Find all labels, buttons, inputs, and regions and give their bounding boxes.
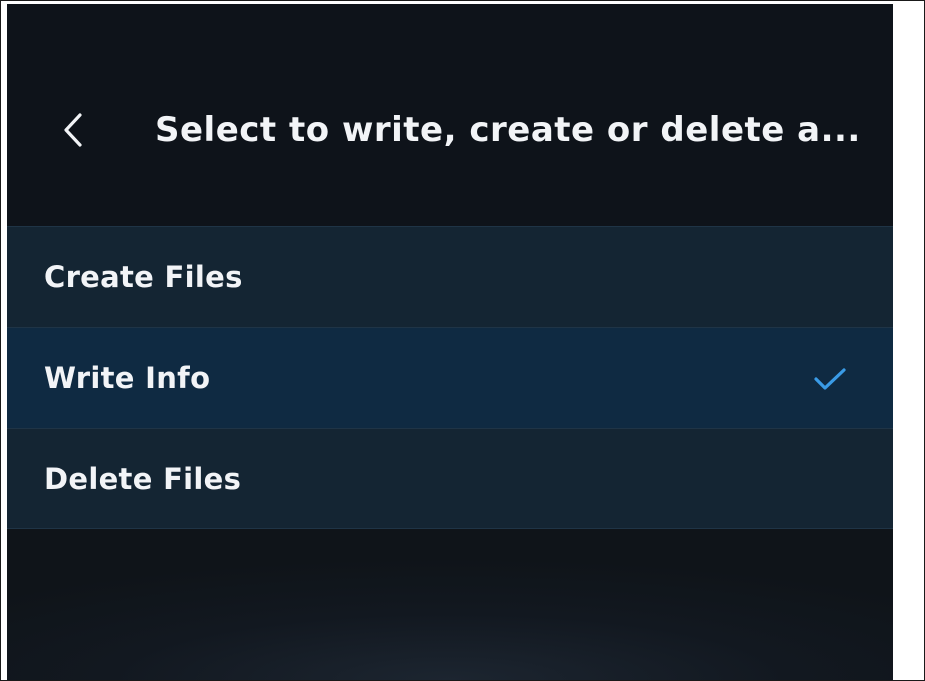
app-screen: Select to write, create or delete a... C… (7, 4, 893, 680)
option-label: Write Info (44, 361, 211, 395)
option-write-info[interactable]: Write Info (7, 327, 893, 428)
header: Select to write, create or delete a... (7, 4, 893, 226)
option-list: Create Files Write Info Delete Files (7, 226, 893, 529)
right-margin (893, 4, 924, 680)
checkmark-icon (813, 366, 847, 392)
option-create-files[interactable]: Create Files (7, 226, 893, 327)
page-title: Select to write, create or delete a... (155, 110, 861, 150)
back-button[interactable] (51, 104, 95, 156)
option-label: Create Files (44, 260, 243, 294)
option-delete-files[interactable]: Delete Files (7, 428, 893, 529)
chevron-left-icon (62, 112, 84, 148)
option-label: Delete Files (44, 462, 242, 496)
page: Select to write, create or delete a... C… (0, 0, 925, 681)
